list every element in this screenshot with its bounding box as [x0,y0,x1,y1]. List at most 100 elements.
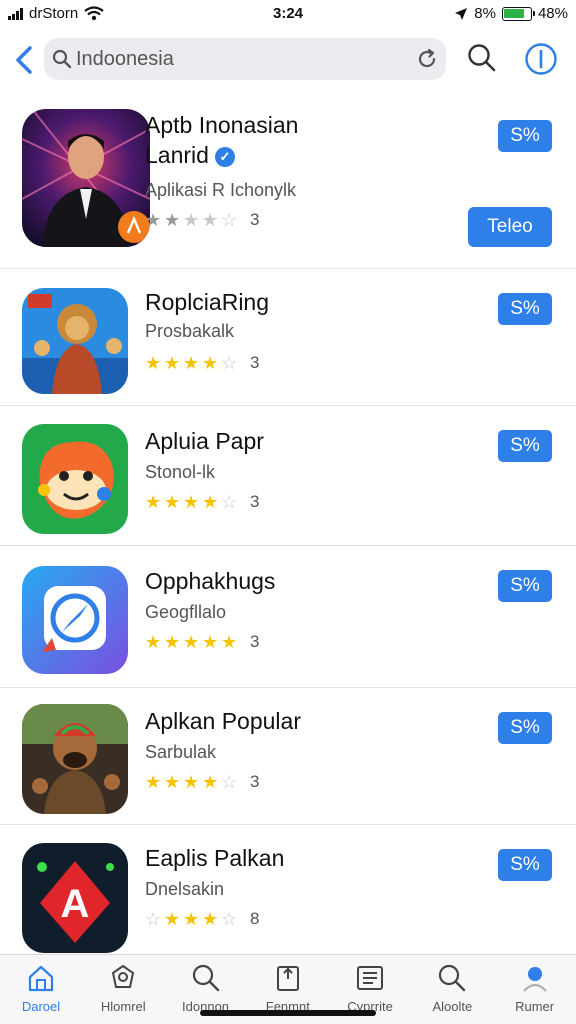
location-percent: 8% [474,5,496,22]
star-icon: ★ [145,492,162,512]
star-icon: ★ [164,353,181,373]
star-icon: ☆ [221,353,238,373]
star-icon: ★ [145,210,162,230]
tab-home[interactable]: Daroel [0,955,82,1024]
app-title: Eaplis Palkan [145,845,285,871]
back-button[interactable] [10,40,40,80]
list-item[interactable]: A Eaplis Palkan Dnelsakin ☆ ★ ★ ★ ☆ 8 S% [0,825,576,955]
rating: ★ ★ ★ ★ ☆ 3 [145,210,259,230]
app-title: Opphakhugs [145,568,276,594]
tab-label: Hlomrel [100,999,146,1014]
location-icon [455,7,468,20]
info-icon[interactable] [524,42,558,76]
app-title: RoplciaRing [145,289,270,315]
search-icon[interactable] [466,42,498,74]
rating: ★ ★ ★ ★ ★ 3 [145,632,259,652]
rating: ☆ ★ ★ ★ ☆ 8 [145,909,259,929]
tab-games[interactable]: Hlomrel [82,955,164,1024]
star-icon: ★ [164,909,181,929]
reload-icon[interactable] [416,48,438,70]
app-title: Aplkan Popular [145,708,301,734]
price-button[interactable]: S% [498,293,552,325]
app-icon [22,288,128,394]
star-icon: ★ [164,772,181,792]
rating: ★ ★ ★ ★ ☆ 3 [145,772,259,792]
app-icon [22,424,128,534]
list-item[interactable]: Aptb Inonasian Lanrid ✓ Aplikasi R Ichony… [0,96,576,269]
app-icon: A [22,843,128,953]
app-title-text: Lanrid [145,142,209,168]
list-item[interactable]: Aplkan Popular Sarbulak ★ ★ ★ ★ ☆ 3 S% [0,688,576,825]
search-input[interactable] [76,42,406,76]
search-icon [52,49,72,69]
list-item[interactable]: Apluia Papr Stonol-lk ★ ★ ★ ★ ☆ 3 S% [0,406,576,546]
star-icon: ★ [202,353,219,373]
star-icon: ★ [202,492,219,512]
tab-label: Rumer [515,999,555,1014]
search-icon [192,964,219,992]
star-icon: ★ [183,492,200,512]
star-icon: ★ [164,210,181,230]
rating: ★ ★ ★ ★ ☆ 3 [145,353,259,373]
search-icon [439,964,466,992]
star-icon: ★ [145,772,162,792]
tab-label: Daroel [21,999,61,1014]
news-icon [357,966,384,990]
rating-count: 3 [250,772,260,791]
star-icon: ☆ [221,909,238,929]
app-subtitle: Prosbakalk [145,321,235,341]
app-icon [22,566,128,674]
app-subtitle: Dnelsakin [145,879,225,899]
star-icon: ☆ [221,492,238,512]
tab-search-2[interactable]: Aloolte [411,955,493,1024]
star-icon: ★ [183,210,200,230]
home-icon [28,965,54,992]
app-title: Apluia Papr [145,428,264,454]
price-button[interactable]: S% [498,120,552,152]
price-button[interactable]: S% [498,849,552,881]
price-button[interactable]: S% [498,570,552,602]
verified-icon: ✓ [214,146,235,167]
rating-count: 3 [250,353,260,372]
app-icon [22,704,128,814]
app-subtitle: Stonol-lk [145,462,216,482]
battery-percent: 48% [537,5,568,22]
star-icon: ☆ [221,772,238,792]
star-icon: ★ [202,909,219,929]
star-icon: ☆ [221,210,238,230]
app-title-line2: Lanrid ✓ [145,142,235,169]
tab-profile[interactable]: Rumer [494,955,576,1024]
rating-count: 3 [250,210,260,229]
list-item[interactable]: Opphakhugs Geogfllalo ★ ★ ★ ★ ★ 3 S% [0,546,576,688]
star-icon: ★ [183,909,200,929]
tab-label: Aloolte [432,999,473,1014]
star-icon: ★ [145,353,162,373]
star-icon: ★ [164,492,181,512]
list-item[interactable]: RoplciaRing Prosbakalk ★ ★ ★ ★ ☆ 3 S% [0,269,576,406]
price-button[interactable]: S% [498,430,552,462]
games-icon [112,965,135,988]
app-list: Aptb Inonasian Lanrid ✓ Aplikasi R Ichony… [0,96,576,955]
star-icon: ★ [183,632,200,652]
rating-count: 3 [250,632,260,651]
get-button[interactable]: Teleo [468,207,552,247]
rating: ★ ★ ★ ★ ☆ 3 [145,492,259,512]
profile-icon [522,967,547,992]
search-field[interactable] [44,38,446,80]
star-icon: ★ [183,353,200,373]
star-icon: ★ [183,772,200,792]
price-button[interactable]: S% [498,712,552,744]
status-right: 8% 48% [454,5,568,22]
chevron-left-icon [16,46,32,74]
home-indicator[interactable] [200,1010,376,1016]
star-icon: ★ [164,632,181,652]
star-icon: ★ [221,632,238,652]
app-icon [22,109,150,247]
star-icon: ★ [202,772,219,792]
search-header [0,34,576,86]
star-icon: ★ [202,632,219,652]
svg-text:A: A [61,882,90,926]
star-icon: ☆ [145,909,162,929]
rating-count: 3 [250,492,260,511]
app-subtitle: Aplikasi R Ichonylk [145,180,297,200]
